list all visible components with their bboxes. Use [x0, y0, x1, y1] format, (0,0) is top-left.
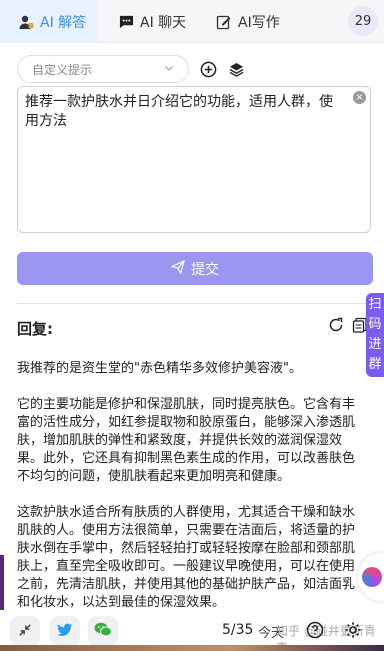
clear-icon[interactable]: × [353, 91, 366, 104]
window-edge [0, 555, 4, 610]
brain-icon [362, 567, 382, 587]
reply-actions [328, 317, 368, 337]
tab-bar: AI 解答 AI 聊天 AI写作 29 [0, 0, 384, 43]
question-text: 推荐一款护肤水并日介绍它的功能，适用人群，使用方法 [25, 94, 333, 129]
user-badge-icon [18, 14, 34, 30]
tab-ai-answer[interactable]: AI 解答 [0, 0, 98, 43]
reply-paragraph: 它的主要功能是修护和保湿肌肤，同时提亮肤色。它含有丰富的活性成分，如红参提取物和… [17, 397, 356, 484]
send-icon [171, 259, 185, 278]
reply-heading: 回复: [17, 320, 53, 338]
collapse-icon [18, 622, 32, 641]
reply-paragraph: 我推荐的是资生堂的"赤色精华多效修护美容液"。 [17, 361, 302, 376]
tab-ai-chat[interactable]: AI 聊天 [118, 0, 186, 43]
custom-prompt-select[interactable]: 自定义提示 [17, 55, 189, 83]
count-badge[interactable]: 29 [348, 6, 378, 36]
help-icon[interactable] [306, 621, 324, 643]
edit-document-icon [216, 14, 232, 30]
submit-button[interactable]: 提交 [17, 252, 373, 285]
collapse-button[interactable] [10, 616, 40, 646]
join-group-tab[interactable]: 扫码进群 [366, 293, 384, 377]
tab-label: AI 聊天 [140, 14, 187, 31]
tab-ai-writing[interactable]: AI写作 [216, 0, 280, 43]
reply-content: 我推荐的是资生堂的"赤色精华多效修护美容液"。 它的主要功能是修护和保湿肌肤，同… [17, 360, 362, 608]
window-edge-bottom [0, 645, 384, 651]
refresh-icon[interactable] [328, 317, 344, 337]
layers-icon[interactable] [227, 60, 245, 78]
prompt-toolbar: 自定义提示 [17, 55, 245, 83]
wechat-icon [94, 622, 112, 641]
wechat-share-button[interactable] [88, 616, 118, 646]
reply-paragraph: 这款护肤水适合所有肤质的人群使用，尤其适合干燥和缺水肌肤的人。使用方法很简单，只… [17, 505, 356, 608]
page-indicator: 5/35 [222, 622, 254, 638]
divider [17, 303, 371, 304]
gear-icon[interactable] [344, 621, 362, 643]
add-prompt-icon[interactable] [199, 60, 217, 78]
submit-label: 提交 [191, 261, 219, 278]
select-placeholder: 自定义提示 [32, 62, 93, 77]
chevron-down-icon [164, 62, 174, 76]
question-input[interactable]: 推荐一款护肤水并日介绍它的功能，适用人群，使用方法 × [17, 86, 371, 233]
tab-label: AI写作 [238, 14, 280, 31]
twitter-share-button[interactable] [50, 616, 80, 646]
chat-bubble-icon [118, 14, 134, 30]
tab-label: AI 解答 [40, 14, 87, 31]
twitter-icon [57, 622, 73, 641]
